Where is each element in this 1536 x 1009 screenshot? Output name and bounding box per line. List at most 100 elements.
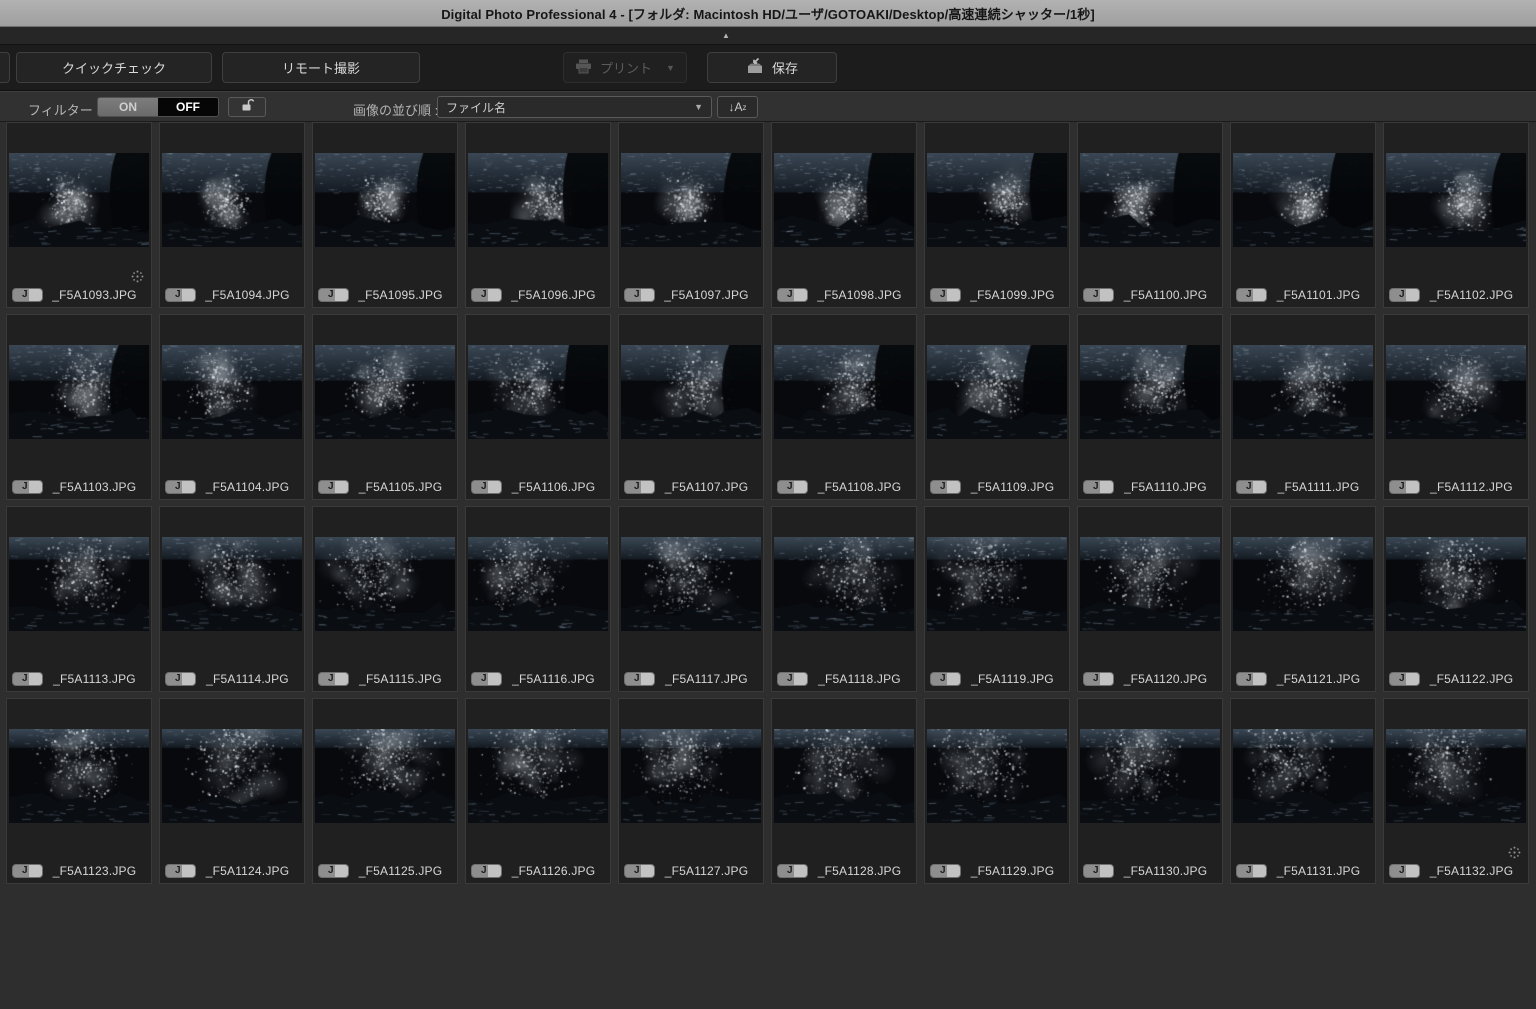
photo-cell[interactable]: J_F5A1105.JPG bbox=[312, 314, 458, 500]
remote-shooting-button[interactable]: リモート撮影 bbox=[222, 52, 420, 83]
photo-cell[interactable]: J_F5A1097.JPG bbox=[618, 122, 764, 308]
photo-cell[interactable]: J_F5A1121.JPG bbox=[1230, 506, 1376, 692]
jpeg-badge: J bbox=[1389, 480, 1420, 494]
sort-order-select[interactable]: ファイル名 ▼ bbox=[437, 96, 712, 118]
jpeg-badge: J bbox=[318, 864, 349, 878]
jpeg-badge: J bbox=[318, 480, 349, 494]
photo-cell[interactable]: J_F5A1117.JPG bbox=[618, 506, 764, 692]
photo-caption-row: J_F5A1119.JPG bbox=[925, 671, 1069, 687]
photo-cell[interactable]: J_F5A1098.JPG bbox=[771, 122, 917, 308]
photo-cell[interactable]: J_F5A1123.JPG bbox=[6, 698, 152, 884]
photo-thumbnail bbox=[621, 537, 761, 631]
photo-cell[interactable]: J_F5A1106.JPG bbox=[465, 314, 611, 500]
photo-thumbnail bbox=[1080, 729, 1220, 823]
photo-caption-row: J_F5A1097.JPG bbox=[619, 287, 763, 303]
photo-cell[interactable]: J_F5A1120.JPG bbox=[1077, 506, 1223, 692]
photo-cell[interactable]: J_F5A1101.JPG bbox=[1230, 122, 1376, 308]
photo-thumbnail bbox=[162, 537, 302, 631]
photo-filename: _F5A1122.JPG bbox=[1420, 672, 1523, 686]
photo-thumbnail bbox=[774, 345, 914, 439]
photo-filename: _F5A1093.JPG bbox=[43, 288, 146, 302]
photo-thumbnail bbox=[1386, 345, 1526, 439]
photo-cell[interactable]: J_F5A1103.JPG bbox=[6, 314, 152, 500]
jpeg-badge: J bbox=[165, 480, 196, 494]
photo-cell[interactable]: J_F5A1094.JPG bbox=[159, 122, 305, 308]
photo-cell[interactable]: J_F5A1096.JPG bbox=[465, 122, 611, 308]
photo-cell[interactable]: J_F5A1125.JPG bbox=[312, 698, 458, 884]
photo-filename: _F5A1109.JPG bbox=[961, 480, 1064, 494]
photo-thumbnail bbox=[315, 537, 455, 631]
jpeg-badge: J bbox=[1083, 480, 1114, 494]
photo-filename: _F5A1125.JPG bbox=[349, 864, 452, 878]
jpeg-badge: J bbox=[930, 864, 961, 878]
photo-cell[interactable]: J_F5A1095.JPG bbox=[312, 122, 458, 308]
chevron-down-icon: ▼ bbox=[694, 102, 703, 112]
collapse-strip: ▲ bbox=[0, 27, 1536, 45]
photo-cell[interactable]: J_F5A1132.JPG bbox=[1383, 698, 1529, 884]
thumbnail-grid: J_F5A1093.JPGJ_F5A1094.JPGJ_F5A1095.JPGJ… bbox=[6, 122, 1536, 884]
photo-caption-row: J_F5A1106.JPG bbox=[466, 479, 610, 495]
jpeg-badge: J bbox=[1083, 288, 1114, 302]
photo-filename: _F5A1116.JPG bbox=[502, 672, 605, 686]
photo-caption-row: J_F5A1124.JPG bbox=[160, 863, 304, 879]
photo-cell[interactable]: J_F5A1102.JPG bbox=[1383, 122, 1529, 308]
photo-cell[interactable]: J_F5A1131.JPG bbox=[1230, 698, 1376, 884]
photo-cell[interactable]: J_F5A1126.JPG bbox=[465, 698, 611, 884]
jpeg-badge: J bbox=[12, 864, 43, 878]
photo-cell[interactable]: J_F5A1130.JPG bbox=[1077, 698, 1223, 884]
photo-cell[interactable]: J_F5A1113.JPG bbox=[6, 506, 152, 692]
filter-label: フィルター bbox=[28, 100, 93, 119]
window-title: Digital Photo Professional 4 - [フォルダ: Ma… bbox=[441, 4, 1095, 23]
photo-cell[interactable]: J_F5A1107.JPG bbox=[618, 314, 764, 500]
photo-caption-row: J_F5A1115.JPG bbox=[313, 671, 457, 687]
collapse-panel-handle-icon[interactable]: ▲ bbox=[714, 30, 738, 42]
jpeg-badge: J bbox=[1389, 864, 1420, 878]
title-bar: Digital Photo Professional 4 - [フォルダ: Ma… bbox=[0, 0, 1536, 27]
quick-check-button[interactable]: クイックチェック bbox=[16, 52, 212, 83]
photo-caption-row: J_F5A1098.JPG bbox=[772, 287, 916, 303]
print-button[interactable]: プリント ▼ bbox=[563, 52, 687, 83]
photo-cell[interactable]: J_F5A1129.JPG bbox=[924, 698, 1070, 884]
photo-cell[interactable]: J_F5A1124.JPG bbox=[159, 698, 305, 884]
photo-thumbnail bbox=[9, 345, 149, 439]
photo-filename: _F5A1110.JPG bbox=[1114, 480, 1217, 494]
photo-cell[interactable]: J_F5A1093.JPG bbox=[6, 122, 152, 308]
photo-filename: _F5A1098.JPG bbox=[808, 288, 911, 302]
photo-cell[interactable]: J_F5A1110.JPG bbox=[1077, 314, 1223, 500]
jpeg-badge: J bbox=[1236, 864, 1267, 878]
photo-cell[interactable]: J_F5A1104.JPG bbox=[159, 314, 305, 500]
jpeg-badge: J bbox=[624, 288, 655, 302]
photo-cell[interactable]: J_F5A1118.JPG bbox=[771, 506, 917, 692]
filter-on-button[interactable]: ON bbox=[98, 98, 158, 116]
photo-cell[interactable]: J_F5A1099.JPG bbox=[924, 122, 1070, 308]
photo-filename: _F5A1120.JPG bbox=[1114, 672, 1217, 686]
photo-cell[interactable]: J_F5A1114.JPG bbox=[159, 506, 305, 692]
print-dropdown-arrow-icon[interactable]: ▼ bbox=[666, 63, 675, 73]
photo-cell[interactable]: J_F5A1119.JPG bbox=[924, 506, 1070, 692]
filter-off-button[interactable]: OFF bbox=[158, 98, 218, 116]
photo-cell[interactable]: J_F5A1111.JPG bbox=[1230, 314, 1376, 500]
photo-cell[interactable]: J_F5A1122.JPG bbox=[1383, 506, 1529, 692]
photo-thumbnail bbox=[1080, 345, 1220, 439]
filter-lock-button[interactable] bbox=[228, 97, 266, 117]
jpeg-badge: J bbox=[471, 288, 502, 302]
photo-cell[interactable]: J_F5A1115.JPG bbox=[312, 506, 458, 692]
save-button[interactable]: 保存 bbox=[707, 52, 837, 83]
photo-filename: _F5A1099.JPG bbox=[961, 288, 1064, 302]
photo-filename: _F5A1094.JPG bbox=[196, 288, 299, 302]
photo-cell[interactable]: J_F5A1109.JPG bbox=[924, 314, 1070, 500]
recipe-mark-icon bbox=[130, 269, 145, 284]
photo-cell[interactable]: J_F5A1128.JPG bbox=[771, 698, 917, 884]
photo-thumbnail bbox=[9, 729, 149, 823]
photo-cell[interactable]: J_F5A1116.JPG bbox=[465, 506, 611, 692]
sort-direction-button[interactable]: ↓Az bbox=[717, 96, 758, 118]
photo-cell[interactable]: J_F5A1127.JPG bbox=[618, 698, 764, 884]
photo-cell[interactable]: J_F5A1112.JPG bbox=[1383, 314, 1529, 500]
photo-caption-row: J_F5A1127.JPG bbox=[619, 863, 763, 879]
photo-caption-row: J_F5A1093.JPG bbox=[7, 287, 151, 303]
photo-cell[interactable]: J_F5A1108.JPG bbox=[771, 314, 917, 500]
photo-cell[interactable]: J_F5A1100.JPG bbox=[1077, 122, 1223, 308]
photo-caption-row: J_F5A1132.JPG bbox=[1384, 863, 1528, 879]
photo-caption-row: J_F5A1102.JPG bbox=[1384, 287, 1528, 303]
clipped-toolbar-button[interactable] bbox=[0, 52, 10, 83]
